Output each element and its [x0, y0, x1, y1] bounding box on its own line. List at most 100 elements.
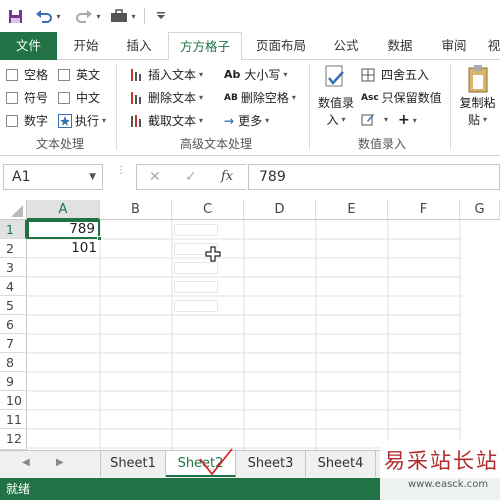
column-header-e[interactable]: E: [316, 200, 388, 220]
checkbox-box[interactable]: [6, 68, 18, 81]
tab-fangfang[interactable]: 方方格子: [168, 32, 242, 61]
ribbon-body: 空格 英文 符号 中文 数字 执行 ▾ 文本处理 插入文本 ▾ 删除文本 ▾ 截取文本…: [0, 60, 500, 156]
case-button[interactable]: Ab 大小写 ▾: [224, 66, 287, 83]
tab-page-layout[interactable]: 页面布局: [248, 32, 314, 60]
insert-text-label: 插入文本: [148, 68, 197, 82]
case-icon: Ab: [224, 68, 241, 81]
fx-icon[interactable]: fx: [221, 169, 233, 184]
execute-button[interactable]: 执行 ▾: [58, 112, 106, 129]
ghost-shape: [174, 224, 218, 236]
insert-text-button[interactable]: 插入文本 ▾: [128, 66, 203, 83]
column-header-a[interactable]: A: [27, 200, 100, 220]
confirm-icon[interactable]: ✓: [185, 169, 197, 185]
tab-formulas[interactable]: 公式: [320, 32, 372, 60]
checkbox-english[interactable]: 英文: [58, 66, 100, 83]
extract-text-button[interactable]: 截取文本 ▾: [128, 112, 203, 129]
next-sheet-icon[interactable]: ▶: [56, 457, 64, 468]
tab-file[interactable]: 文件: [0, 32, 57, 60]
delete-space-label: 删除空格: [240, 91, 289, 105]
column-header-f[interactable]: F: [388, 200, 460, 220]
checkbox-label: 空格: [24, 68, 49, 82]
worksheet-grid: A B C D E F G 1 2 3 4 5 6 7 8 9 10 11 12: [0, 200, 500, 450]
grid-icon: [361, 68, 377, 82]
formula-input[interactable]: 789: [248, 164, 500, 190]
copy-paste-button[interactable]: 复制粘 贴 ▾: [455, 64, 500, 128]
row-header-1[interactable]: 1: [0, 220, 27, 239]
group-label-text: 文本处理: [36, 137, 85, 151]
row-header-9[interactable]: 9: [0, 372, 27, 391]
row-header-7[interactable]: 7: [0, 334, 27, 353]
undo-icon[interactable]: ▾: [34, 6, 62, 26]
row-header-10[interactable]: 10: [0, 391, 27, 410]
column-header-d[interactable]: D: [244, 200, 316, 220]
name-box-value: A1: [12, 169, 31, 185]
execute-label: 执行: [75, 114, 100, 128]
edit-icon: [361, 112, 377, 126]
column-header-b[interactable]: B: [100, 200, 172, 220]
status-text: 就绪: [6, 482, 31, 496]
round-button[interactable]: 四舍五入: [361, 66, 429, 83]
row-header-3[interactable]: 3: [0, 258, 27, 277]
row-header-4[interactable]: 4: [0, 277, 27, 296]
checkbox-box[interactable]: [58, 91, 70, 104]
checkbox-box[interactable]: [6, 91, 18, 104]
formula-bar-grip-icon[interactable]: ⋮: [116, 166, 126, 186]
round-label: 四舍五入: [381, 68, 430, 82]
cell-cursor-icon: [205, 246, 221, 265]
tab-view[interactable]: 视: [484, 32, 500, 60]
select-all-corner[interactable]: [0, 200, 27, 220]
tab-home[interactable]: 开始: [62, 32, 110, 60]
delete-text-button[interactable]: 删除文本 ▾: [128, 89, 203, 106]
row-header-2[interactable]: 2: [0, 239, 27, 258]
extract-text-label: 截取文本: [148, 114, 197, 128]
plus-button[interactable]: + ▾: [398, 112, 417, 128]
checkbox-space[interactable]: 空格: [6, 66, 48, 83]
case-label: 大小写: [244, 68, 281, 82]
checkbox-label: 英文: [76, 68, 101, 82]
number-entry-label-2: 入: [326, 113, 339, 127]
row-header-6[interactable]: 6: [0, 315, 27, 334]
save-icon[interactable]: [6, 6, 24, 26]
more-button[interactable]: → 更多 ▾: [224, 112, 269, 129]
column-header-g[interactable]: G: [460, 200, 500, 220]
name-box[interactable]: A1 ▼: [3, 164, 103, 190]
checkbox-symbol[interactable]: 符号: [6, 89, 48, 106]
delete-text-label: 删除文本: [148, 91, 197, 105]
keep-value-label: 只保留数值: [381, 91, 442, 105]
execute-icon: [58, 113, 72, 128]
delete-text-icon: [128, 91, 144, 105]
keep-value-button[interactable]: Asc 只保留数值: [361, 89, 442, 106]
toolbox-icon[interactable]: ▾: [108, 6, 138, 26]
cell-a2[interactable]: 101: [27, 239, 100, 258]
checkbox-chinese[interactable]: 中文: [58, 89, 100, 106]
tab-review[interactable]: 审阅: [428, 32, 480, 60]
tab-data[interactable]: 数据: [374, 32, 426, 60]
insert-text-icon: [128, 68, 144, 82]
customize-qat-icon[interactable]: [154, 6, 168, 26]
row-header-11[interactable]: 11: [0, 410, 27, 429]
delete-space-button[interactable]: AB 删除空格 ▾: [224, 89, 296, 106]
vertical-scrollbar[interactable]: [462, 220, 500, 450]
checkbox-box[interactable]: [58, 68, 70, 81]
chevron-down-icon[interactable]: ▼: [89, 165, 96, 189]
checkbox-number[interactable]: 数字: [6, 112, 48, 129]
checkbox-box[interactable]: [6, 114, 18, 127]
tab-insert[interactable]: 插入: [114, 32, 164, 60]
sheet-tab-4[interactable]: Sheet4: [306, 451, 376, 477]
number-entry-button[interactable]: 数值录 入 ▾: [316, 64, 356, 128]
column-header-c[interactable]: C: [172, 200, 244, 220]
row-header-12[interactable]: 12: [0, 429, 27, 450]
sheet-tab-3[interactable]: Sheet3: [236, 451, 306, 477]
group-separator: [116, 64, 117, 150]
cancel-icon[interactable]: ✕: [149, 169, 161, 185]
row-header-5[interactable]: 5: [0, 296, 27, 315]
sheet-tab-1[interactable]: Sheet1: [100, 451, 166, 477]
redo-icon[interactable]: ▾: [74, 6, 102, 26]
delete-space-icon: AB: [224, 92, 238, 103]
prev-sheet-icon[interactable]: ◀: [22, 457, 30, 468]
edit-button[interactable]: ▾: [361, 112, 388, 126]
number-entry-icon: [323, 64, 349, 94]
row-header-8[interactable]: 8: [0, 353, 27, 372]
cell-a1[interactable]: 789: [27, 220, 100, 239]
watermark-url: www.easck.com: [408, 479, 489, 490]
